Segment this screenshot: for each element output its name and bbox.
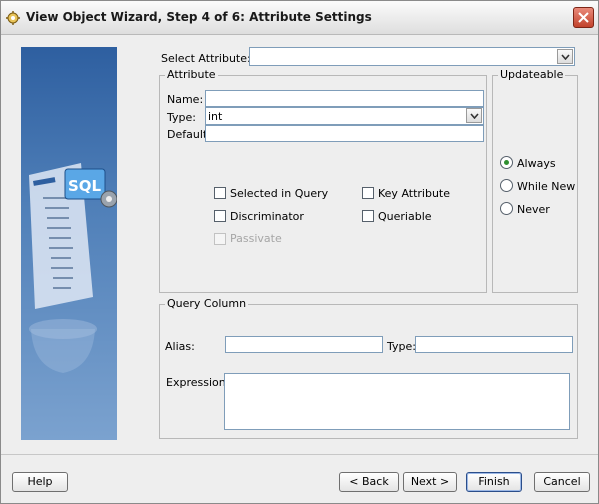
selected-in-query-checkbox[interactable] [214, 187, 226, 199]
discriminator-label: Discriminator [230, 210, 304, 223]
alias-input[interactable] [225, 336, 383, 353]
queriable-label: Queriable [378, 210, 432, 223]
name-label: Name: [167, 93, 204, 106]
radio-selected-dot [504, 160, 509, 165]
name-input[interactable] [205, 90, 484, 107]
updateable-while-new-label: While New [517, 180, 576, 193]
expression-textarea[interactable] [224, 373, 570, 430]
back-button[interactable]: < Back [339, 472, 399, 492]
query-column-group-title: Query Column [165, 297, 249, 310]
type-label: Type: [167, 111, 196, 124]
finish-button[interactable]: Finish [466, 472, 522, 492]
updateable-always-label: Always [517, 157, 556, 170]
updateable-never-radio[interactable] [500, 202, 513, 215]
query-type-label: Type: [387, 340, 416, 353]
query-type-input[interactable] [415, 336, 573, 353]
updateable-group-title: Updateable [498, 68, 566, 81]
alias-label: Alias: [165, 340, 195, 353]
type-value: int [208, 110, 223, 123]
wizard-side-image: SQL [21, 47, 117, 440]
close-button[interactable] [573, 7, 594, 28]
queriable-checkbox[interactable] [362, 210, 374, 222]
select-attribute-dropdown[interactable] [249, 47, 575, 66]
key-attribute-checkbox[interactable] [362, 187, 374, 199]
selected-in-query-label: Selected in Query [230, 187, 329, 200]
updateable-always-radio[interactable] [500, 156, 513, 169]
help-button[interactable]: Help [12, 472, 68, 492]
cancel-button[interactable]: Cancel [534, 472, 590, 492]
next-button[interactable]: Next > [403, 472, 457, 492]
updateable-never-label: Never [517, 203, 550, 216]
passivate-label: Passivate [230, 232, 282, 245]
chevron-down-icon [561, 54, 570, 60]
button-bar-separator [1, 454, 598, 455]
wizard-window: View Object Wizard, Step 4 of 6: Attribu… [0, 0, 599, 504]
close-icon [578, 12, 589, 23]
title-bar[interactable]: View Object Wizard, Step 4 of 6: Attribu… [1, 1, 598, 35]
sql-badge-text: SQL [68, 177, 102, 195]
window-title: View Object Wizard, Step 4 of 6: Attribu… [26, 10, 372, 24]
select-attribute-arrow[interactable] [557, 49, 573, 64]
type-dropdown-arrow[interactable] [466, 108, 482, 123]
select-attribute-label: Select Attribute: [161, 52, 251, 65]
expression-label: Expression: [166, 376, 230, 389]
key-attribute-label: Key Attribute [378, 187, 451, 200]
updateable-while-new-radio[interactable] [500, 179, 513, 192]
type-dropdown[interactable]: int [205, 107, 484, 125]
attribute-group-title: Attribute [165, 68, 218, 81]
discriminator-checkbox[interactable] [214, 210, 226, 222]
sql-illustration: SQL [29, 163, 117, 373]
wizard-app-icon [6, 11, 20, 25]
default-input[interactable] [205, 125, 484, 142]
passivate-checkbox [214, 233, 226, 245]
chevron-down-icon [470, 113, 479, 119]
